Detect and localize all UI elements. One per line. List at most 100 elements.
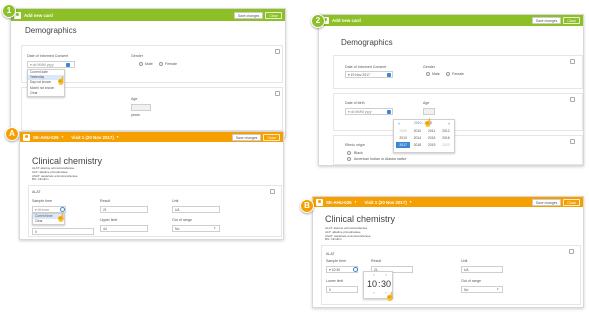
- prev-icon[interactable]: «: [398, 121, 400, 126]
- hand-cursor-icon: ☝: [56, 76, 66, 85]
- year-cell[interactable]: 2009: [396, 128, 410, 134]
- panel-clinical-a: SE-AHU-025 ▾ Visit 1 (20 Nov 2017) ▾ Sav…: [19, 131, 284, 240]
- chevron-down-icon[interactable]: ▾: [117, 135, 119, 139]
- consent-label: Date of Informed Consent: [345, 65, 387, 69]
- year-cell[interactable]: 2012: [439, 128, 453, 134]
- copy-icon[interactable]: [570, 59, 575, 64]
- year-cell[interactable]: 2020: [439, 142, 453, 148]
- upper-limit-input[interactable]: 44: [100, 225, 148, 232]
- year-cell[interactable]: 2018: [410, 142, 424, 148]
- chevron-down-icon[interactable]: ▾: [355, 200, 357, 204]
- step-badge: A: [5, 127, 19, 141]
- close-button[interactable]: Close: [563, 17, 580, 24]
- copy-icon[interactable]: [570, 139, 575, 144]
- year-cell[interactable]: 2011: [425, 128, 439, 134]
- calendar-icon[interactable]: [387, 110, 391, 114]
- section-title: ALAT: [326, 252, 335, 256]
- dob-label: Date of birth: [345, 101, 365, 105]
- copy-icon[interactable]: [275, 49, 280, 54]
- chevron-down-icon: ▾: [214, 226, 216, 230]
- dob-input[interactable]: ▾ dd MMM yyyy: [345, 108, 393, 115]
- chevron-down-icon[interactable]: ▾: [62, 135, 64, 139]
- panel-add-card-2: Add new card Save changes Close Demograp…: [318, 14, 584, 166]
- gender-label: Gender: [423, 65, 435, 69]
- save-button[interactable]: Save changes: [231, 133, 262, 141]
- visit-title[interactable]: Visit 1 (20 Nov 2017): [364, 200, 406, 205]
- save-button[interactable]: Save changes: [531, 198, 562, 206]
- result-input[interactable]: 21: [100, 206, 148, 213]
- minute-value[interactable]: 30: [381, 280, 391, 289]
- hand-cursor-icon: ☝: [385, 292, 395, 301]
- year-cell[interactable]: 2017: [396, 142, 411, 148]
- male-radio[interactable]: [426, 72, 430, 76]
- lower-limit-input[interactable]: 0: [326, 286, 358, 293]
- year-grid: 2009 2010 2011 2012 2013 2014 2015 2016 2017 2018…: [396, 128, 453, 148]
- page-title: Clinical chemistry: [32, 156, 103, 166]
- close-button[interactable]: Close: [265, 11, 282, 19]
- year-cell[interactable]: 2010: [410, 128, 424, 134]
- hand-cursor-icon: ☝: [56, 213, 66, 222]
- close-button[interactable]: Close: [263, 133, 280, 141]
- panel-add-card-1: Add new card Save changes Close Demograp…: [10, 8, 286, 138]
- male-label: Male: [145, 62, 153, 66]
- age-input: [423, 108, 435, 115]
- year-cell[interactable]: 2013: [396, 135, 410, 141]
- unit-label: Unit: [172, 199, 179, 203]
- gender-label: Gender: [131, 54, 143, 58]
- female-radio[interactable]: [159, 62, 163, 66]
- chevron-down-icon[interactable]: ▾: [410, 200, 412, 204]
- upper-limit-label: Upper limit: [100, 218, 118, 222]
- copy-icon[interactable]: [570, 97, 575, 102]
- copy-icon[interactable]: [569, 249, 574, 254]
- copy-icon[interactable]: [270, 189, 275, 194]
- female-radio[interactable]: [446, 72, 450, 76]
- out-of-range-select[interactable]: No: [172, 225, 220, 232]
- menu-clear[interactable]: Clear: [28, 91, 64, 96]
- site-id[interactable]: SE-AHU-025: [326, 200, 352, 205]
- next-icon[interactable]: »: [448, 121, 450, 126]
- black-radio[interactable]: [347, 151, 351, 155]
- female-label: Female: [165, 62, 177, 66]
- description: ALAT: alanine aminotransferase ALP: alka…: [325, 226, 370, 242]
- lower-limit-input[interactable]: 0: [32, 228, 94, 235]
- black-label: Black: [354, 151, 363, 155]
- year-cell[interactable]: 2019: [425, 142, 439, 148]
- desc-line: BIL: bilirubin: [325, 237, 342, 242]
- hour-value[interactable]: 10: [367, 280, 377, 289]
- unit-input[interactable]: U/L: [461, 266, 503, 273]
- clock-icon[interactable]: [60, 207, 65, 212]
- step-badge: B: [300, 199, 314, 213]
- minute-up-icon[interactable]: ˄: [385, 273, 387, 277]
- page-title: Demographics: [341, 38, 393, 47]
- copy-icon[interactable]: [275, 91, 280, 96]
- year-cell[interactable]: 2015: [425, 135, 439, 141]
- consent-date-value: 19 Nov 2017: [350, 73, 370, 77]
- amer-radio[interactable]: [347, 157, 351, 161]
- save-button[interactable]: Save changes: [531, 17, 562, 24]
- consent-date-input[interactable]: ▾ 19 Nov 2017: [345, 71, 393, 78]
- age-input: [131, 104, 151, 111]
- sample-time-value: 10:30: [331, 268, 341, 272]
- lower-limit-label: Lower limit: [326, 279, 344, 283]
- year-cell[interactable]: 2016: [439, 135, 453, 141]
- hour-down-icon[interactable]: ˅: [373, 291, 375, 295]
- card-header: Add new card Save changes Close: [11, 9, 285, 21]
- save-button[interactable]: Save changes: [233, 11, 264, 19]
- close-button[interactable]: Close: [563, 198, 580, 206]
- unit-input[interactable]: U/L: [172, 206, 220, 213]
- hour-up-icon[interactable]: ˄: [373, 273, 375, 277]
- user-icon: [23, 133, 30, 141]
- out-of-range-label: Out of range: [172, 218, 192, 222]
- year-cell[interactable]: 2014: [410, 135, 424, 141]
- calendar-icon[interactable]: [387, 73, 391, 77]
- site-id[interactable]: SE-AHU-025: [33, 135, 59, 140]
- calendar-icon[interactable]: [66, 63, 70, 67]
- consent-label: Date of Informed Consent: [27, 54, 69, 58]
- sample-time-placeholder: HH:mm: [37, 208, 50, 212]
- sample-time-label: Sample time: [326, 259, 346, 263]
- clock-icon[interactable]: [353, 267, 358, 272]
- result-label: Result: [100, 199, 111, 203]
- male-radio[interactable]: [139, 62, 143, 66]
- unit-label: Unit: [461, 259, 468, 263]
- visit-title[interactable]: Visit 1 (20 Nov 2017): [71, 135, 113, 140]
